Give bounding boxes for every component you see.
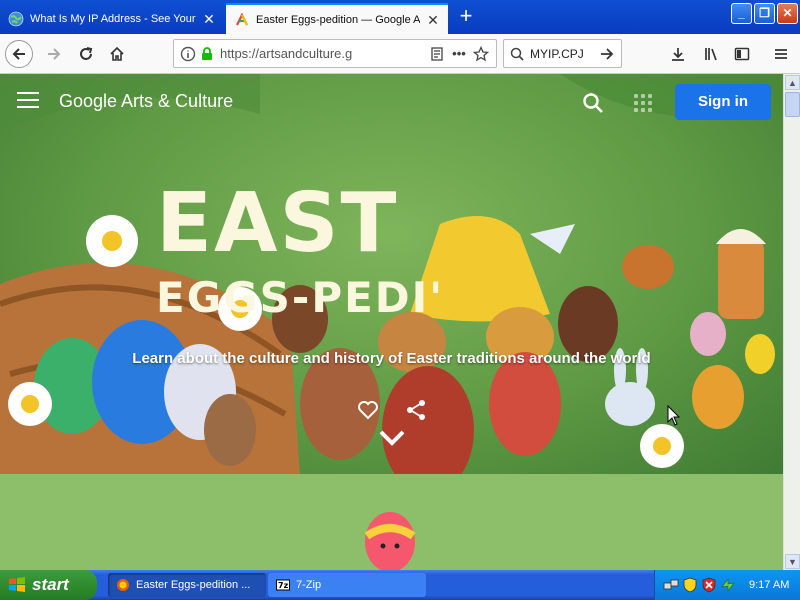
lock-icon[interactable]: [200, 46, 214, 61]
tab-title: What Is My IP Address - See Your: [30, 12, 196, 25]
taskbar-item-7zip[interactable]: 7z 7-Zip: [268, 573, 426, 597]
search-box[interactable]: MYIP.CPJ: [503, 39, 622, 68]
url-text[interactable]: https://artsandculture.g: [220, 46, 424, 61]
downloads-button[interactable]: [664, 40, 692, 68]
vertical-scrollbar[interactable]: ▲ ▼: [783, 74, 800, 570]
hamburger-menu-icon[interactable]: [17, 92, 39, 110]
minimize-button[interactable]: _: [731, 3, 752, 24]
reader-view-icon[interactable]: [428, 45, 446, 63]
hero-banner: Google Arts & Culture Sign in EAST EGGS-…: [0, 74, 783, 474]
home-icon: [110, 46, 124, 61]
sidebar-icon: [734, 47, 750, 61]
chevron-down-icon[interactable]: [378, 429, 406, 447]
tab-easter-eggs-pedition[interactable]: Easter Eggs-pedition — Google Arts ✕: [226, 3, 448, 34]
home-button[interactable]: [103, 40, 131, 68]
windows-taskbar: start Easter Eggs-pedition ... 7z 7-Zip …: [0, 570, 800, 600]
arrow-left-icon: [12, 48, 25, 60]
navigation-toolbar: https://artsandculture.g ••• MYIP.CPJ: [0, 34, 800, 74]
hero-title-line2: EGGS-PEDI': [156, 273, 445, 322]
firefox-icon: [117, 579, 129, 591]
globe-icon: [8, 11, 24, 26]
egg-mascot-icon: [364, 512, 416, 570]
download-icon: [672, 48, 684, 61]
search-icon: [510, 47, 524, 61]
search-icon[interactable]: [582, 92, 604, 114]
info-icon[interactable]: [180, 46, 196, 62]
maximize-button[interactable]: ❐: [754, 3, 775, 24]
sign-in-button[interactable]: Sign in: [675, 84, 771, 120]
library-button[interactable]: [697, 40, 725, 68]
scroll-thumb[interactable]: [785, 92, 800, 117]
apps-grid-icon[interactable]: [634, 94, 652, 112]
hero-subtitle: Learn about the culture and history of E…: [132, 350, 651, 367]
close-window-button[interactable]: ✕: [777, 3, 798, 24]
tab-what-is-my-ip[interactable]: What Is My IP Address - See Your ✕: [0, 3, 224, 34]
reload-icon: [80, 47, 93, 60]
update-icon[interactable]: [720, 577, 736, 593]
browser-tabstrip: What Is My IP Address - See Your ✕ Easte…: [0, 0, 800, 34]
mouse-cursor-icon: [667, 405, 681, 426]
start-button[interactable]: start: [0, 570, 97, 600]
arrow-right-icon[interactable]: [599, 46, 615, 62]
site-logo[interactable]: Google Arts & Culture: [59, 91, 233, 112]
taskbar-item-browser[interactable]: Easter Eggs-pedition ...: [108, 573, 266, 597]
reload-button[interactable]: [72, 40, 100, 68]
content-section: [0, 474, 783, 570]
sidebar-button[interactable]: [728, 40, 756, 68]
windows-logo-icon: [9, 577, 25, 592]
hero-title-line1: EAST: [156, 176, 399, 271]
start-label: start: [32, 575, 69, 594]
new-tab-button[interactable]: +: [452, 4, 480, 30]
network-icon[interactable]: [663, 577, 679, 593]
scroll-up-arrow-icon[interactable]: ▲: [785, 75, 800, 90]
svg-text:7z: 7z: [278, 581, 289, 590]
site-header: Google Arts & Culture Sign in: [0, 74, 783, 130]
share-icon[interactable]: [404, 398, 428, 422]
system-tray: 9:17 AM: [654, 570, 800, 600]
taskbar-clock: 9:17 AM: [749, 579, 790, 591]
search-input[interactable]: MYIP.CPJ: [530, 47, 599, 61]
page-actions-icon[interactable]: •••: [450, 45, 468, 63]
alert-shield-icon[interactable]: [701, 577, 717, 593]
hamburger-menu-icon: [775, 49, 787, 59]
task-label: 7-Zip: [296, 579, 322, 591]
forward-button[interactable]: [40, 40, 68, 68]
tab-title: Easter Eggs-pedition — Google Arts: [256, 13, 420, 26]
close-tab-icon[interactable]: ✕: [426, 13, 440, 27]
security-shield-icon[interactable]: [682, 577, 698, 593]
task-label: Easter Eggs-pedition ...: [136, 579, 251, 591]
library-icon: [705, 48, 717, 61]
scroll-down-arrow-icon[interactable]: ▼: [785, 554, 800, 569]
menu-button[interactable]: [767, 40, 795, 68]
heart-icon[interactable]: [356, 398, 380, 422]
address-bar[interactable]: https://artsandculture.g •••: [173, 39, 497, 68]
bookmark-star-icon[interactable]: [472, 45, 490, 63]
close-tab-icon[interactable]: ✕: [202, 12, 216, 26]
arts-culture-logo-icon: [236, 12, 248, 25]
arrow-right-icon: [48, 48, 61, 60]
back-button[interactable]: [5, 40, 33, 68]
page-content: Google Arts & Culture Sign in EAST EGGS-…: [0, 74, 783, 570]
7zip-icon: 7z: [276, 579, 290, 591]
